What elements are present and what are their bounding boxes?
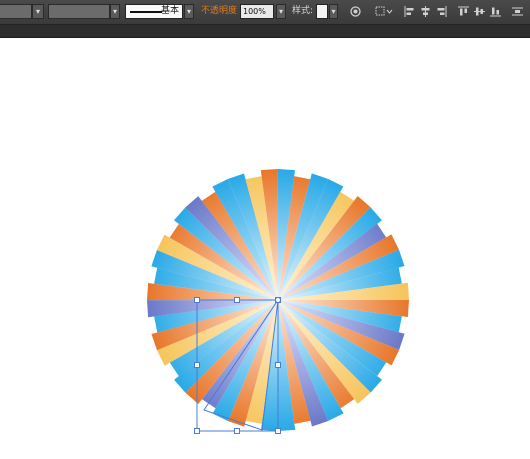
resize-handle[interactable] (234, 297, 240, 303)
anchor-point[interactable] (275, 297, 281, 303)
recolor-icon[interactable] (350, 6, 361, 17)
align-left-icon[interactable] (404, 6, 415, 17)
control-toolbar: ▾ ▾ 基本 ▾ 不透明度 100% ▾ 样式: ▾ (0, 0, 530, 25)
artboard-canvas[interactable] (0, 38, 530, 455)
stroke-style-label: 基本 (160, 6, 179, 16)
resize-handle[interactable] (194, 362, 200, 368)
resize-handle[interactable] (275, 362, 281, 368)
align-center-icon[interactable] (420, 6, 431, 17)
graphic-style-swatch[interactable] (316, 4, 328, 19)
resize-handle[interactable] (194, 297, 200, 303)
stroke-style-dropdown[interactable]: ▾ (184, 4, 194, 19)
resize-handle[interactable] (234, 428, 240, 434)
align-right-icon[interactable] (436, 6, 447, 17)
opacity-label[interactable]: 不透明度 (201, 5, 237, 18)
opacity-dropdown[interactable]: ▾ (276, 4, 286, 19)
style-label: 样式: (292, 6, 314, 16)
resize-handle[interactable] (275, 428, 281, 434)
opacity-input[interactable]: 100% (240, 4, 274, 19)
align-middle-icon[interactable] (474, 6, 485, 17)
document-tab-strip (0, 25, 530, 38)
stroke-color-swatch[interactable] (48, 4, 110, 19)
graphic-style-dropdown[interactable]: ▾ (329, 4, 338, 19)
resize-handle[interactable] (194, 428, 200, 434)
stroke-profile-preview[interactable]: 基本 (125, 4, 183, 19)
align-top-icon[interactable] (458, 6, 469, 17)
align-bottom-icon[interactable] (490, 6, 501, 17)
fill-dropdown[interactable]: ▾ (32, 4, 44, 19)
fill-color-swatch[interactable] (0, 4, 32, 19)
stroke-dropdown[interactable]: ▾ (110, 4, 120, 19)
artwork-svg (147, 169, 409, 434)
align-options-icon[interactable] (375, 6, 393, 17)
distribute-icon[interactable] (512, 6, 523, 17)
